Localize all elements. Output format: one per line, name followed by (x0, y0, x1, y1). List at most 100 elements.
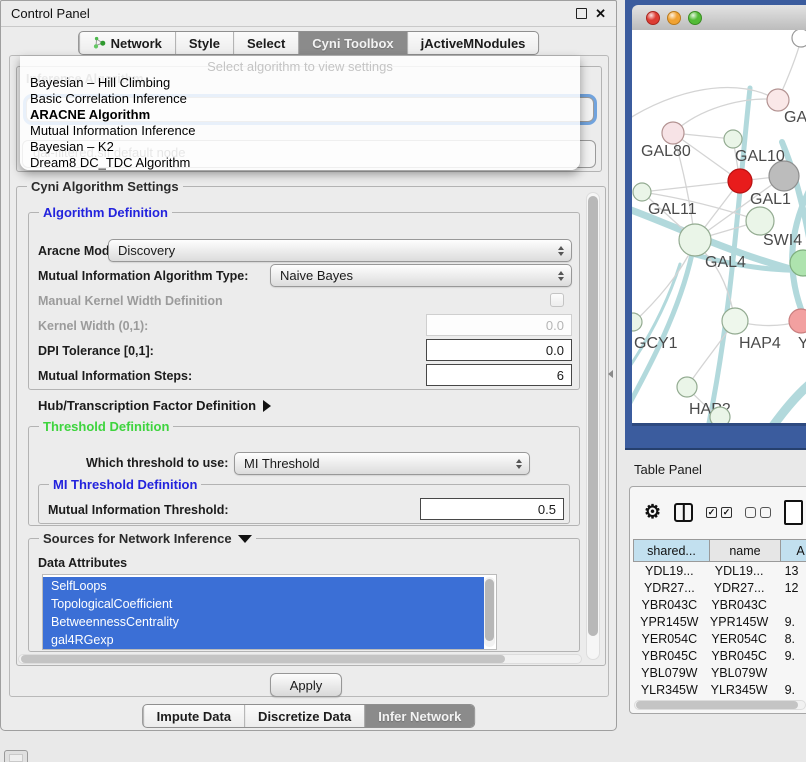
cell-name: YBL079W (706, 666, 773, 680)
column-header-shared-name[interactable]: shared... (633, 539, 710, 562)
network-node[interactable] (662, 122, 684, 144)
network-node[interactable] (792, 30, 806, 47)
hub-factor-expander[interactable]: Hub/Transcription Factor Definition (38, 398, 271, 413)
list-vscroll-thumb[interactable] (485, 579, 494, 641)
cell-shared-name: YDR27... (633, 581, 706, 595)
list-item[interactable]: BetweennessCentrality (43, 613, 484, 631)
network-node[interactable] (769, 161, 799, 191)
table-hscroll-thumb[interactable] (636, 701, 798, 709)
data-attributes-list[interactable]: SelfLoops TopologicalCoefficient Between… (42, 574, 497, 650)
network-node[interactable] (724, 130, 742, 148)
cell-shared-name: YER054C (633, 632, 706, 646)
algorithm-option[interactable]: ARACNE Algorithm (20, 107, 580, 123)
network-node[interactable] (722, 308, 748, 334)
close-window-icon[interactable] (646, 11, 660, 25)
cell-value: 12 (773, 581, 806, 595)
settings-hscroll-thumb[interactable] (21, 655, 505, 663)
algorithm-option[interactable]: Mutual Information Inference (20, 123, 580, 139)
float-panel-icon[interactable] (576, 8, 587, 19)
algorithm-option[interactable]: Basic Correlation Inference (20, 91, 580, 107)
settings-vscroll-thumb[interactable] (588, 196, 598, 636)
table-row[interactable]: YLR345W YLR345W 9. (633, 681, 806, 698)
close-panel-icon[interactable]: ✕ (595, 7, 606, 20)
settings-vertical-scrollbar[interactable] (586, 192, 600, 660)
network-node[interactable] (677, 377, 697, 397)
aracne-mode-combo[interactable]: Discovery (108, 239, 572, 262)
table-row[interactable]: YBR045C YBR045C 9. (633, 647, 806, 664)
table-row[interactable]: YBL079W YBL079W (633, 664, 806, 681)
document-icon[interactable] (784, 500, 803, 525)
network-node[interactable] (710, 407, 730, 423)
network-window-titlebar[interactable] (632, 5, 806, 31)
list-item[interactable]: SelfLoops (43, 577, 484, 595)
tab[interactable]: Network (79, 32, 175, 54)
network-node[interactable] (679, 224, 711, 256)
table-panel-title: Table Panel (634, 462, 702, 477)
table-row[interactable]: YER054C YER054C 8. (633, 630, 806, 647)
algorithm-option[interactable]: Bayesian – Hill Climbing (20, 75, 580, 91)
cell-name: YDR27... (706, 581, 773, 595)
list-vertical-scrollbar[interactable] (484, 577, 495, 647)
network-node[interactable] (728, 169, 752, 193)
which-threshold-combo[interactable]: MI Threshold (234, 452, 530, 475)
gear-icon[interactable]: ⚙ (644, 503, 661, 522)
dpi-tolerance-label: DPI Tolerance [0,1]: (38, 344, 154, 358)
tab-label: Cyni Toolbox (312, 36, 393, 51)
network-node[interactable] (746, 207, 774, 235)
algorithm-option[interactable]: Bayesian – K2 (20, 139, 580, 155)
cell-value: 13 (773, 564, 806, 578)
mi-steps-field[interactable]: 6 (426, 364, 572, 386)
column-header-partial[interactable]: A (781, 539, 806, 562)
tab[interactable]: Discretize Data (244, 705, 364, 727)
table-row[interactable]: YBR043C YBR043C (633, 596, 806, 613)
panel-splitter-arrow-icon[interactable] (608, 370, 613, 378)
mi-steps-value: 6 (557, 368, 564, 383)
kernel-width-value: 0.0 (546, 318, 564, 333)
dpi-tolerance-field[interactable]: 0.0 (426, 339, 572, 361)
tab[interactable]: Cyni Toolbox (298, 32, 406, 54)
column-layout-icon[interactable] (674, 503, 693, 522)
table-row[interactable]: YDL19... YDL19... 13 (633, 562, 806, 579)
algorithm-dropdown-popup: Select algorithm to view settings Bayesi… (20, 56, 580, 170)
tab-label: jActiveMNodules (421, 36, 526, 51)
tab[interactable]: Style (175, 32, 233, 54)
tab[interactable]: Infer Network (364, 705, 474, 727)
control-panel-tabs: Network Style (78, 31, 540, 55)
network-canvas[interactable]: GALGAL80GAL10GAL1GAL11GAL4SWI4GCY1HAP4YH… (632, 30, 806, 426)
cell-name: YBR043C (706, 598, 773, 612)
tab[interactable]: Select (233, 32, 298, 54)
column-header-name[interactable]: name (710, 539, 781, 562)
threshold-definition-title: Threshold Definition (39, 419, 173, 434)
network-node[interactable] (767, 89, 789, 111)
table-horizontal-scrollbar[interactable] (634, 700, 806, 710)
unselect-all-columns-icon[interactable] (745, 507, 771, 518)
which-threshold-label: Which threshold to use: (86, 456, 228, 470)
network-node[interactable] (789, 309, 806, 333)
tab[interactable]: Impute Data (143, 705, 244, 727)
algorithm-option[interactable]: Dream8 DC_TDC Algorithm (20, 155, 580, 170)
floating-panel-button[interactable] (4, 750, 28, 762)
screen: Control Panel ✕ (0, 0, 806, 762)
kernel-width-field[interactable]: 0.0 (426, 314, 572, 336)
cyni-mode-tabs: Impute Data Discretize Data Infer Networ… (142, 704, 476, 728)
zoom-window-icon[interactable] (688, 11, 702, 25)
table-toolbar: ⚙ ✓ ✓ (630, 487, 806, 537)
list-item[interactable]: gal4RGexp (43, 631, 484, 649)
tab[interactable]: jActiveMNodules (407, 32, 539, 54)
select-all-columns-icon[interactable]: ✓ ✓ (706, 507, 732, 518)
table-row[interactable]: YDR27... YDR27... 12 (633, 579, 806, 596)
list-item[interactable]: TopologicalCoefficient (43, 595, 484, 613)
table-row[interactable]: YPR145W YPR145W 9. (633, 613, 806, 630)
data-attributes-label: Data Attributes (38, 556, 127, 570)
minimize-window-icon[interactable] (667, 11, 681, 25)
apply-button[interactable]: Apply (270, 673, 342, 697)
network-node[interactable] (633, 183, 651, 201)
checked-box-icon: ✓ (706, 507, 717, 518)
sources-group-title-wrap[interactable]: Sources for Network Inference (39, 531, 256, 546)
mi-threshold-field[interactable]: 0.5 (420, 498, 564, 520)
settings-horizontal-scrollbar[interactable] (18, 654, 582, 664)
mi-steps-label: Mutual Information Steps: (38, 369, 192, 383)
manual-kernel-checkbox[interactable] (550, 293, 564, 307)
cell-shared-name: YPR145W (633, 615, 706, 629)
mi-type-combo[interactable]: Naive Bayes (270, 264, 572, 287)
